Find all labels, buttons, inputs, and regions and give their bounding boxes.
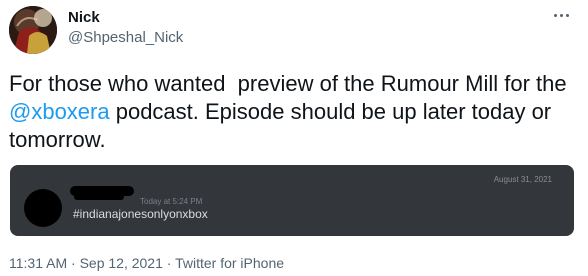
avatar[interactable] <box>9 6 57 54</box>
more-horizontal-icon[interactable] <box>550 4 574 28</box>
message-time: Today at 5:24 PM <box>140 197 203 206</box>
tweet-source[interactable]: Twitter for iPhone <box>175 255 284 271</box>
user-handle[interactable]: @Shpeshal_Nick <box>68 29 183 46</box>
tweet-meta: 11:31 AM · Sep 12, 2021 · Twitter for iP… <box>9 255 284 271</box>
tweet-text-before: For those who wanted preview of the Rumo… <box>9 71 573 96</box>
tweet: Nick @Shpeshal_Nick For those who wanted… <box>0 0 588 276</box>
tweet-text: For those who wanted preview of the Rumo… <box>9 70 579 154</box>
message-date: August 31, 2021 <box>493 175 552 184</box>
meta-separator: · <box>67 255 80 271</box>
mention-link[interactable]: @xboxera <box>9 99 110 124</box>
embedded-screenshot[interactable]: August 31, 2021 Today at 5:24 PM #indian… <box>10 165 574 236</box>
redacted-username-scribble <box>74 194 124 200</box>
tweet-time[interactable]: 11:31 AM <box>9 255 67 271</box>
redacted-avatar <box>24 189 62 227</box>
message-text: #indianajonesonlyonxbox <box>73 207 208 221</box>
tweet-date[interactable]: Sep 12, 2021 <box>80 255 163 271</box>
display-name[interactable]: Nick <box>68 9 100 26</box>
avatar-image <box>9 6 57 54</box>
meta-separator: · <box>162 255 176 271</box>
